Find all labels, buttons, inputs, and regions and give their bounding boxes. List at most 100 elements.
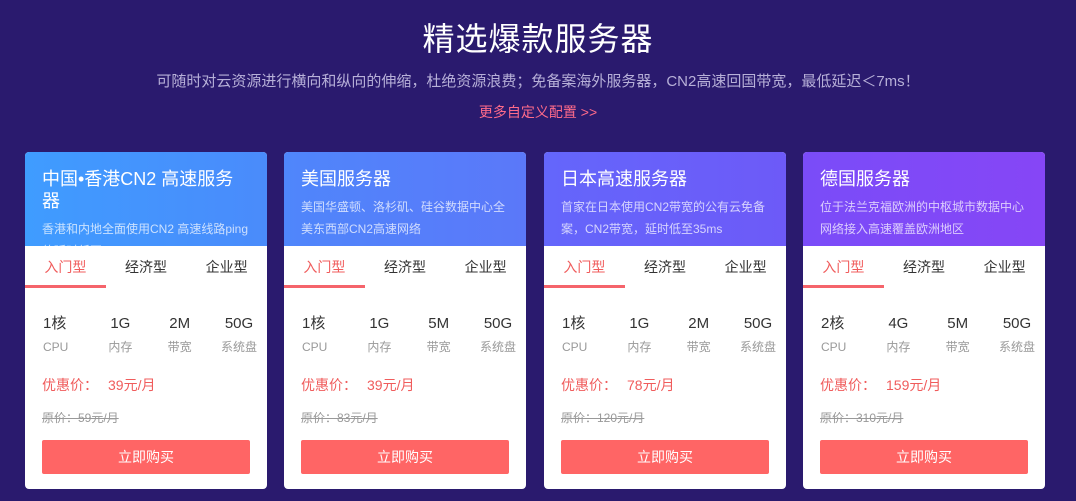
spec-label: 带宽 (686, 340, 711, 354)
tab-plan-1[interactable]: 经济型 (365, 246, 446, 288)
spec-value: 50G (483, 315, 513, 332)
card-header: 日本高速服务器 首家在日本使用CN2带宽的公有云免备案，CN2带宽，延时低至35… (544, 152, 786, 246)
spec-value: 50G (743, 315, 773, 332)
spec-value: 4G (888, 315, 909, 332)
spec-item: 50G 系统盘 (999, 315, 1035, 355)
card-title: 德国服务器 (820, 169, 910, 189)
card-header: 美国服务器 美国华盛顿、洛杉矶、硅谷数据中心全美东西部CN2高速网络 (284, 152, 526, 246)
discount-price: 159元/月 (886, 377, 942, 393)
spec-value: 2核 (821, 315, 845, 332)
tab-plan-2[interactable]: 企业型 (186, 246, 267, 288)
tab-plan-1[interactable]: 经济型 (106, 246, 187, 288)
original-price: 原价：59元/月 (42, 411, 119, 425)
plan-tabs: 入门型 经济型 企业型 (803, 246, 1045, 288)
spec-item: 1核 CPU (43, 315, 79, 355)
spec-value: 1G (110, 315, 131, 332)
spec-label: 内存 (108, 340, 133, 354)
spec-label: 内存 (886, 340, 911, 354)
spec-value: 5M (947, 315, 969, 332)
server-cards: 中国•香港CN2 高速服务器 香港和内地全面使用CN2 高速线路ping值延时低… (25, 152, 1055, 489)
card-header: 中国•香港CN2 高速服务器 香港和内地全面使用CN2 高速线路ping值延时低… (25, 152, 267, 258)
spec-label: 内存 (627, 340, 652, 354)
card-title: 美国服务器 (301, 169, 391, 189)
spec-label: 内存 (367, 340, 392, 354)
discount-price: 39元/月 (367, 377, 415, 393)
more-config-link[interactable]: 更多自定义配置 >> (0, 102, 1076, 122)
spec-label: 系统盘 (998, 340, 1035, 354)
spec-list: 2核 CPU 4G 内存 5M 带宽 50G 系统盘 (803, 315, 1045, 355)
page-title: 精选爆款服务器 (422, 21, 654, 57)
discount-label: 优惠价： (42, 377, 98, 393)
spec-label: 系统盘 (479, 340, 516, 354)
spec-value: 50G (224, 315, 254, 332)
discount-label: 优惠价： (820, 377, 876, 393)
spec-list: 1核 CPU 1G 内存 2M 带宽 50G 系统盘 (544, 315, 786, 355)
plan-tabs: 入门型 经济型 企业型 (544, 246, 786, 288)
tab-plan-0[interactable]: 入门型 (544, 246, 625, 288)
tab-plan-1[interactable]: 经济型 (884, 246, 965, 288)
spec-item: 4G 内存 (880, 315, 916, 355)
discount-price-row: 优惠价： 39元/月 (301, 375, 526, 395)
spec-label: 带宽 (426, 340, 451, 354)
spec-item: 50G 系统盘 (740, 315, 776, 355)
tab-plan-2[interactable]: 企业型 (705, 246, 786, 288)
spec-label: CPU (562, 340, 588, 354)
spec-value: 1核 (302, 315, 326, 332)
card-description: 位于法兰克福欧洲的中枢城市数据中心网络接入高速覆盖欧洲地区 (820, 200, 1025, 236)
buy-now-button[interactable]: 立即购买 (301, 440, 509, 474)
server-card: 中国•香港CN2 高速服务器 香港和内地全面使用CN2 高速线路ping值延时低… (25, 152, 267, 489)
spec-item: 5M 带宽 (940, 315, 976, 355)
tab-plan-0[interactable]: 入门型 (284, 246, 365, 288)
spec-label: CPU (302, 340, 328, 354)
discount-label: 优惠价： (301, 377, 357, 393)
spec-value: 2M (169, 315, 191, 332)
discount-price-row: 优惠价： 78元/月 (561, 375, 786, 395)
buy-now-button[interactable]: 立即购买 (42, 440, 250, 474)
spec-label: 系统盘 (739, 340, 776, 354)
spec-item: 5M 带宽 (421, 315, 457, 355)
card-description: 首家在日本使用CN2带宽的公有云免备案，CN2带宽，延时低至35ms (561, 200, 766, 236)
spec-item: 2M 带宽 (681, 315, 717, 355)
spec-value: 1G (629, 315, 650, 332)
card-title: 日本高速服务器 (561, 169, 687, 189)
page-subtitle: 可随时对云资源进行横向和纵向的伸缩，杜绝资源浪费；免备案海外服务器，CN2高速回… (156, 73, 920, 90)
discount-price-row: 优惠价： 159元/月 (820, 375, 1045, 395)
discount-price: 39元/月 (108, 377, 156, 393)
spec-value: 1核 (43, 315, 67, 332)
spec-item: 1G 内存 (621, 315, 657, 355)
spec-label: 系统盘 (220, 340, 257, 354)
original-price: 原价：83元/月 (301, 411, 378, 425)
spec-item: 50G 系统盘 (221, 315, 257, 355)
plan-tabs: 入门型 经济型 企业型 (284, 246, 526, 288)
original-price: 原价：310元/月 (820, 411, 904, 425)
original-price: 原价：120元/月 (561, 411, 645, 425)
server-card: 日本高速服务器 首家在日本使用CN2带宽的公有云免备案，CN2带宽，延时低至35… (544, 152, 786, 489)
discount-price: 78元/月 (627, 377, 675, 393)
discount-label: 优惠价： (561, 377, 617, 393)
spec-value: 5M (428, 315, 450, 332)
spec-value: 1G (369, 315, 390, 332)
tab-plan-2[interactable]: 企业型 (964, 246, 1045, 288)
tab-plan-2[interactable]: 企业型 (445, 246, 526, 288)
tab-plan-0[interactable]: 入门型 (25, 246, 106, 288)
spec-item: 1核 CPU (302, 315, 338, 355)
discount-price-row: 优惠价： 39元/月 (42, 375, 267, 395)
spec-label: CPU (821, 340, 847, 354)
card-description: 美国华盛顿、洛杉矶、硅谷数据中心全美东西部CN2高速网络 (301, 200, 506, 236)
spec-label: 带宽 (945, 340, 970, 354)
server-card: 德国服务器 位于法兰克福欧洲的中枢城市数据中心网络接入高速覆盖欧洲地区 入门型经… (803, 152, 1045, 489)
spec-item: 2核 CPU (821, 315, 857, 355)
spec-label: 带宽 (167, 340, 192, 354)
spec-list: 1核 CPU 1G 内存 5M 带宽 50G 系统盘 (284, 315, 526, 355)
tab-plan-0[interactable]: 入门型 (803, 246, 884, 288)
spec-list: 1核 CPU 1G 内存 2M 带宽 50G 系统盘 (25, 315, 267, 355)
card-title: 中国•香港CN2 高速服务器 (42, 169, 234, 211)
spec-label: CPU (43, 340, 69, 354)
card-header: 德国服务器 位于法兰克福欧洲的中枢城市数据中心网络接入高速覆盖欧洲地区 (803, 152, 1045, 246)
buy-now-button[interactable]: 立即购买 (561, 440, 769, 474)
buy-now-button[interactable]: 立即购买 (820, 440, 1028, 474)
plan-tabs: 入门型 经济型 企业型 (25, 246, 267, 288)
spec-value: 50G (1002, 315, 1032, 332)
spec-item: 1核 CPU (562, 315, 598, 355)
tab-plan-1[interactable]: 经济型 (625, 246, 706, 288)
